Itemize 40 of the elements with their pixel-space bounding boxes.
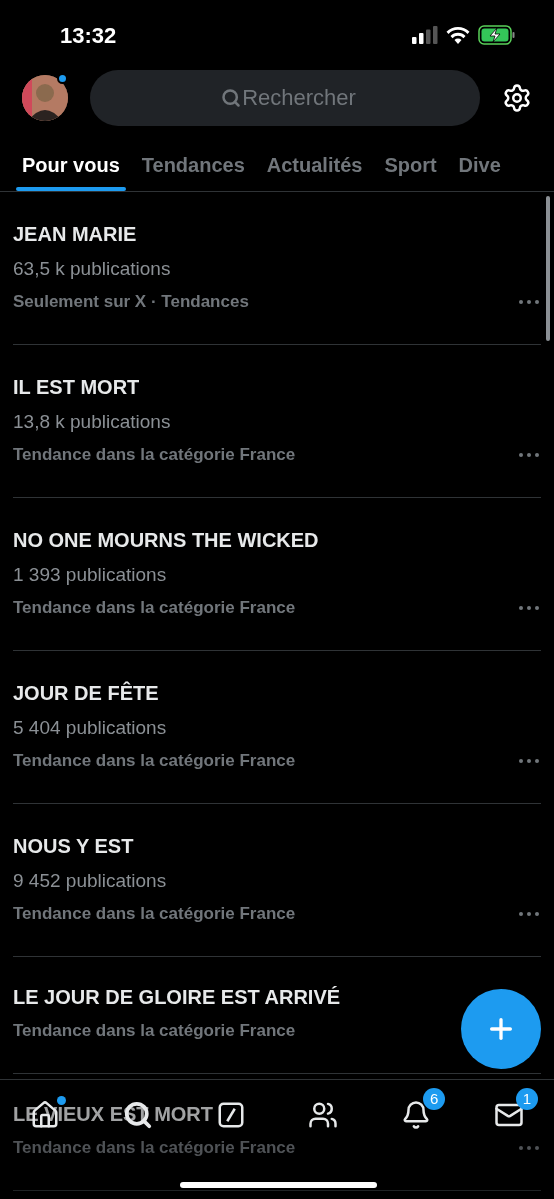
trend-title[interactable]: JEAN MARIE xyxy=(13,220,249,248)
more-icon[interactable] xyxy=(519,1146,539,1150)
slash-square-icon[interactable] xyxy=(215,1100,246,1130)
trend-context: Tendance dans la catégorie France xyxy=(13,903,296,925)
trend-context: Tendance dans la catégorie France xyxy=(13,444,296,466)
trend-post-count: 1 393 publications xyxy=(13,563,168,587)
trend-post-count: 9 452 publications xyxy=(13,869,168,893)
more-icon[interactable] xyxy=(519,300,539,304)
trend-context: Tendance dans la catégorie France xyxy=(13,750,296,772)
trend-post-count: 5 404 publications xyxy=(13,716,168,740)
trend-context: Tendance dans la catégorie France xyxy=(13,597,297,619)
wifi-icon xyxy=(446,26,470,44)
more-icon[interactable] xyxy=(519,759,539,763)
tab[interactable]: Tendances xyxy=(135,139,251,191)
more-icon[interactable] xyxy=(519,453,539,457)
tab[interactable]: Pour vous xyxy=(16,139,126,191)
tab[interactable]: Sport xyxy=(378,139,443,191)
avatar[interactable] xyxy=(22,75,68,121)
trend-title[interactable]: IL EST MORT xyxy=(13,373,296,401)
trend-context: Seulement sur X · Tendances xyxy=(13,291,249,313)
search-field[interactable]: Rechercher xyxy=(90,70,480,126)
trend-context: Tendance dans la catégorie France xyxy=(13,1137,296,1159)
tab[interactable]: Actualités xyxy=(260,139,369,191)
search-icon xyxy=(221,88,241,108)
trend-title[interactable]: NO ONE MOURNS THE WICKED xyxy=(13,526,319,554)
tab[interactable]: Dive xyxy=(452,139,507,191)
trend-title[interactable]: JOUR DE FÊTE xyxy=(13,679,296,707)
notification-count: 6 xyxy=(423,1088,446,1110)
status-time: 13:32 xyxy=(60,21,117,50)
trend-post-count: 13,8 k publications xyxy=(13,410,172,434)
more-icon[interactable] xyxy=(519,912,539,916)
trend-title[interactable]: NOUS Y EST xyxy=(13,832,296,860)
trend-context: Tendance dans la catégorie France xyxy=(13,1020,297,1042)
more-icon[interactable] xyxy=(519,606,539,610)
signal-icon xyxy=(412,26,438,44)
notification-count: 1 xyxy=(516,1088,538,1110)
settings-icon[interactable] xyxy=(502,83,532,113)
trend-title[interactable]: LE JOUR DE GLOIRE EST ARRIVÉ xyxy=(13,983,341,1011)
trend-post-count: 63,5 k publications xyxy=(13,257,172,281)
people-icon[interactable] xyxy=(308,1100,339,1130)
